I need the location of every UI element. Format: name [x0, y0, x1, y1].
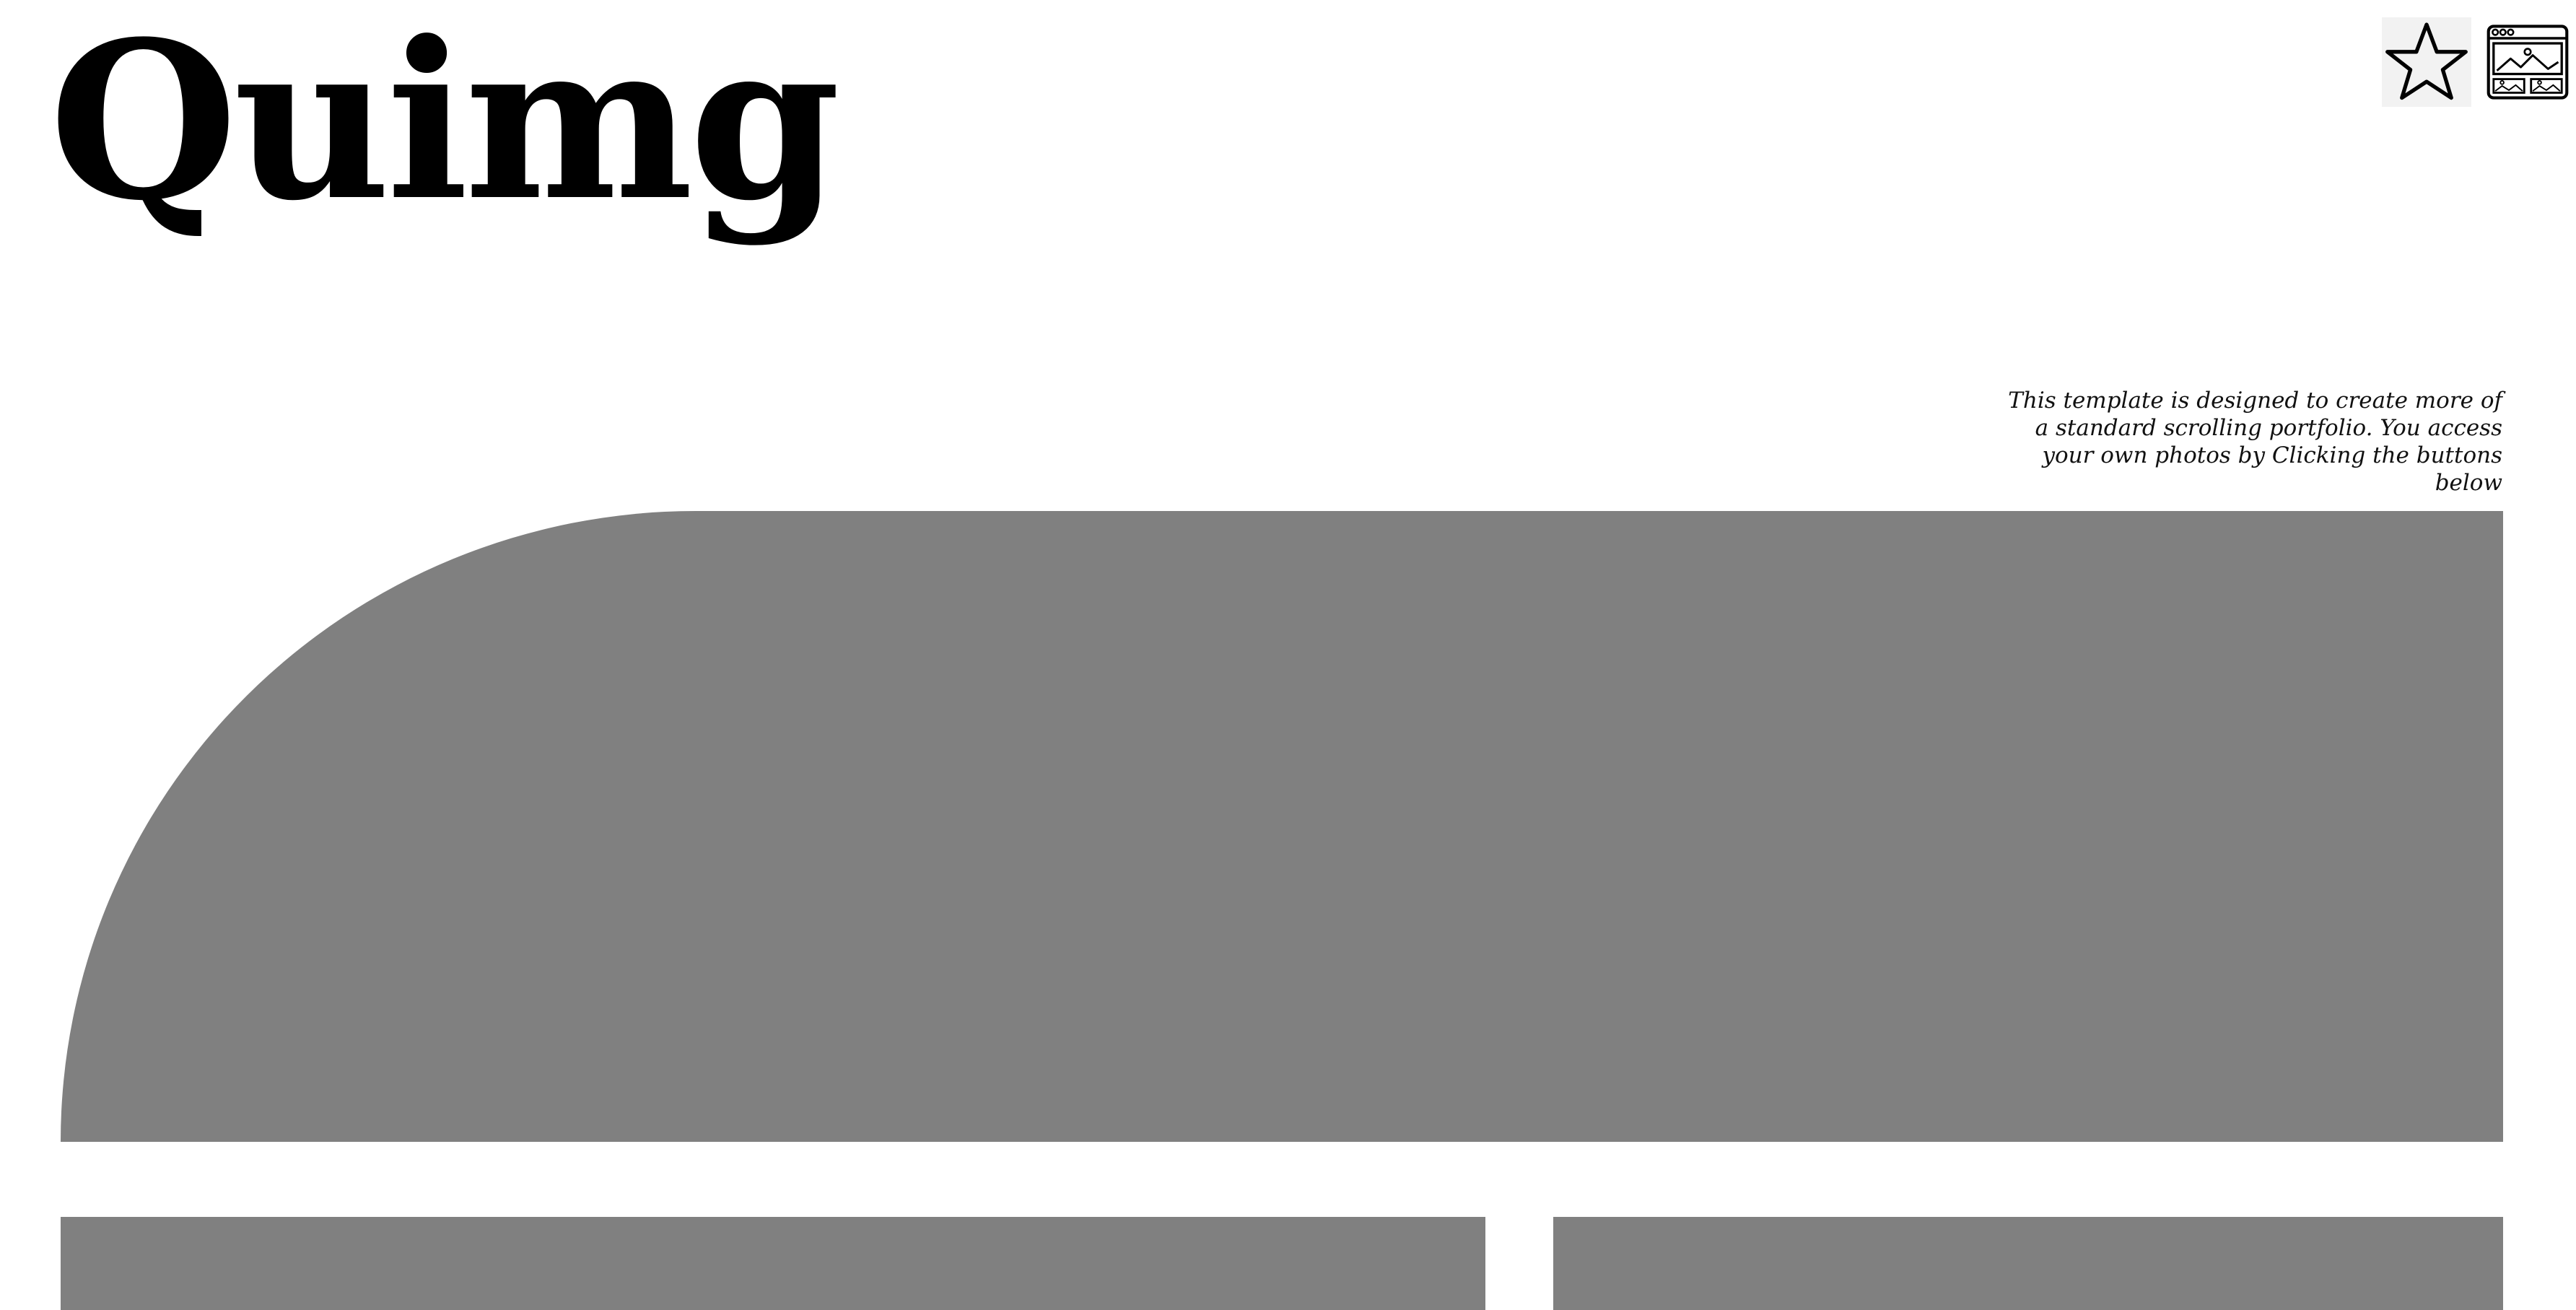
star-icon [2385, 22, 2468, 100]
intro-text: This template is designed to create more… [2008, 388, 2502, 496]
gallery-image-placeholder-left[interactable] [61, 1217, 1485, 1310]
gallery-button[interactable] [2483, 17, 2572, 107]
hero-image-placeholder[interactable] [61, 511, 2503, 1142]
gallery-window-icon [2487, 25, 2569, 100]
gallery-image-placeholder-right[interactable] [1553, 1217, 2503, 1310]
favorites-button[interactable] [2382, 17, 2471, 107]
site-logo[interactable]: Quimg [49, 13, 841, 230]
